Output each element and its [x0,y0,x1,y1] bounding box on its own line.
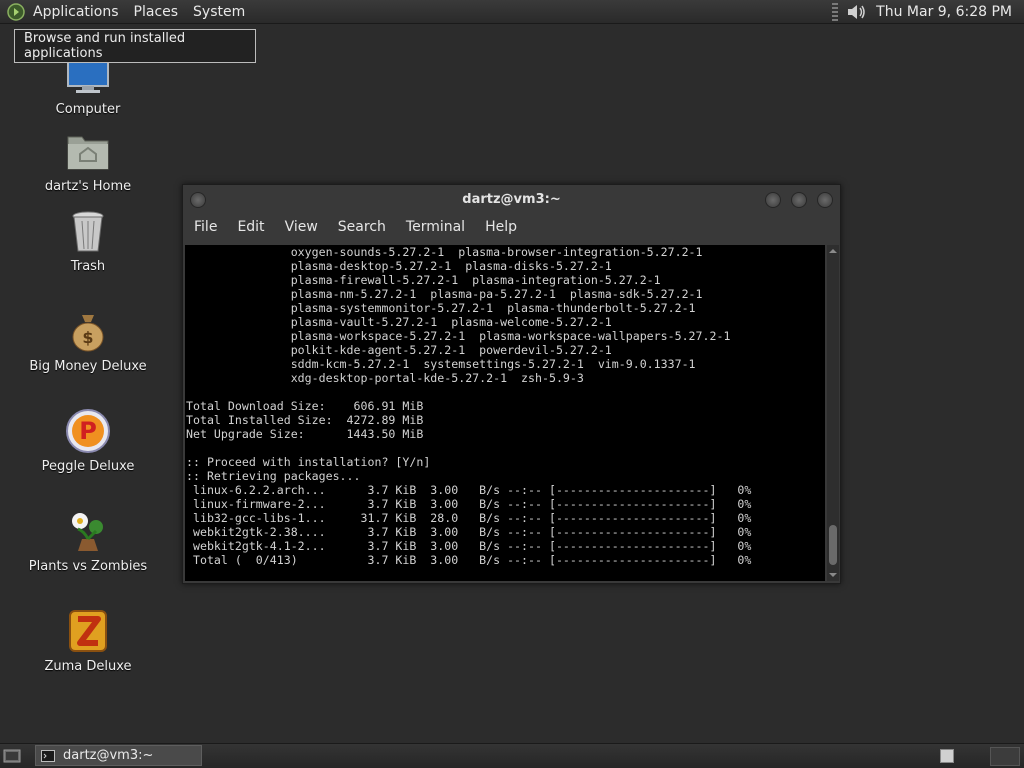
menu-view[interactable]: View [285,219,318,241]
terminal-output: oxygen-sounds-5.27.2-1 plasma-browser-in… [186,245,752,567]
svg-text:$: $ [82,328,93,347]
clock[interactable]: Thu Mar 9, 6:28 PM [876,4,1012,20]
terminal-titlebar[interactable]: dartz@vm3:~ [183,185,840,215]
terminal-window[interactable]: dartz@vm3:~ File Edit View Search Termin… [182,184,841,584]
applications-tooltip: Browse and run installed applications [14,29,256,63]
desktop-icon-label: Peggle Deluxe [41,459,135,474]
desktop-icon-plants-vs-zombies[interactable]: Plants vs Zombies [13,507,163,574]
peggle-icon: P [66,409,110,453]
menu-edit[interactable]: Edit [237,219,264,241]
home-folder-icon [67,136,109,170]
desktop-icon-label: Plants vs Zombies [28,559,148,574]
taskbar-task-label: dartz@vm3:~ [63,748,154,763]
terminal-title: dartz@vm3:~ [462,192,561,207]
taskbar-terminal-button[interactable]: dartz@vm3:~ [35,745,202,766]
volume-icon[interactable] [846,2,868,22]
scroll-down-arrow-icon[interactable] [828,570,838,580]
menu-help[interactable]: Help [485,219,517,241]
maximize-button[interactable] [791,192,807,208]
desktop-icon-peggle[interactable]: P Peggle Deluxe [13,407,163,474]
applications-menu[interactable]: Applications [33,4,119,20]
plants-vs-zombies-icon [72,513,103,551]
minimize-button[interactable] [765,192,781,208]
money-bag-icon: $ [72,315,104,352]
applications-logo-icon[interactable] [6,2,26,22]
close-button[interactable] [817,192,833,208]
panel-handle[interactable] [832,2,839,21]
zuma-icon [69,610,107,652]
desktop-icon-label: Trash [70,259,106,274]
scroll-up-arrow-icon[interactable] [828,246,838,256]
terminal-menubar: File Edit View Search Terminal Help [183,219,526,241]
trash-icon [72,211,104,252]
menu-search[interactable]: Search [338,219,386,241]
scrollbar-thumb[interactable] [829,525,837,565]
workspace-indicator[interactable] [990,747,1020,766]
show-desktop-icon[interactable] [3,748,21,764]
desktop-icon-trash[interactable]: Trash [13,207,163,274]
menu-terminal[interactable]: Terminal [406,219,465,241]
desktop-icon-label: dartz's Home [44,179,132,194]
desktop-icon-zuma[interactable]: Zuma Deluxe [13,607,163,674]
svg-text:P: P [79,417,97,445]
top-panel: Applications Places System Thu Mar 9, 6:… [0,0,1024,24]
terminal-scrollbar[interactable] [827,245,839,581]
bottom-panel: dartz@vm3:~ [0,743,1024,768]
terminal-icon [41,749,55,762]
system-menu[interactable]: System [193,4,245,20]
desktop-icon-big-money[interactable]: $ Big Money Deluxe [13,307,163,374]
places-menu[interactable]: Places [134,4,179,20]
desktop-icon-home[interactable]: dartz's Home [13,127,163,194]
desktop-icon-label: Big Money Deluxe [29,359,147,374]
desktop-icon-label: Computer [55,102,121,117]
workspace-switcher[interactable] [940,749,954,763]
menu-file[interactable]: File [194,219,217,241]
desktop-icon-label: Zuma Deluxe [44,659,132,674]
terminal-screen[interactable]: oxygen-sounds-5.27.2-1 plasma-browser-in… [185,245,825,581]
